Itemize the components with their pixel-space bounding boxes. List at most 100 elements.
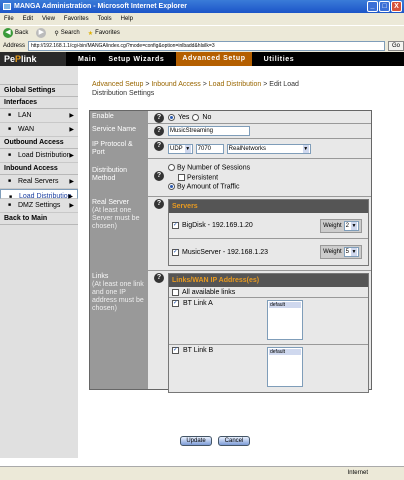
nav-setup-wizards[interactable]: Setup Wizards (108, 56, 164, 63)
weight-select[interactable]: 2 ▼ (343, 220, 359, 231)
sidebar-item-label: Real Servers (18, 178, 59, 185)
peplink-logo: PePlink (0, 52, 66, 66)
dropdown-arrow-icon: ▼ (351, 221, 357, 230)
menu-favorites[interactable]: Favorites (64, 13, 89, 25)
help-icon[interactable]: ? (154, 141, 164, 151)
weight-select[interactable]: 5 ▼ (343, 247, 359, 257)
arrow-right-icon: ▶ (69, 127, 74, 133)
favorites-button[interactable]: ★ Favorites (88, 30, 120, 37)
link-name: BT Link B (183, 347, 214, 354)
by-traffic-radio[interactable] (168, 183, 175, 191)
sidebar-item-real-servers[interactable]: Real Servers ▶ (0, 175, 78, 189)
port-input[interactable]: 7070 (195, 143, 224, 154)
forward-button[interactable]: ▶ (36, 28, 47, 38)
help-icon[interactable]: ? (154, 199, 164, 209)
sidebar-item-wan[interactable]: WAN ▶ (0, 123, 78, 137)
sidebar-item-label: Load Distribution (19, 193, 72, 200)
ip-listbox[interactable]: default (267, 347, 303, 387)
forward-arrow-icon: ▶ (36, 28, 47, 38)
close-button[interactable]: X (391, 1, 402, 12)
sidebar-item-label: LAN (18, 112, 32, 119)
arrow-right-icon: ▶ (69, 179, 74, 185)
sidebar-item-label: WAN (18, 126, 35, 133)
weight-label: Weight (323, 222, 342, 229)
breadcrumb: Advanced Setup > Inbound Access > Load D… (92, 81, 299, 97)
minimize-button[interactable]: _ (367, 1, 378, 12)
real-server-note: (At least one Server must be chosen) (92, 207, 140, 230)
maximize-button[interactable]: □ (379, 1, 390, 12)
menu-tools[interactable]: Tools (98, 13, 112, 25)
distribution-method-label: Distribution Method (92, 167, 128, 182)
address-input[interactable]: http://192.168.1.1/cgi-bin/MANGA/index.c… (28, 41, 385, 51)
service-name-input[interactable]: MusicStreaming (168, 126, 250, 136)
ip-listbox[interactable]: default (267, 300, 303, 340)
real-server-label: Real Server (92, 199, 129, 206)
arrow-right-icon: ▶ (69, 203, 74, 209)
update-button[interactable]: Update (180, 436, 212, 446)
ie-icon (3, 3, 11, 10)
link-name: BT Link A (183, 300, 213, 307)
address-bar: Address http://192.168.1.1/cgi-bin/MANGA… (0, 40, 404, 52)
status-bar: Internet (0, 466, 404, 480)
persistent-checkbox[interactable] (178, 173, 185, 181)
sidebar-item-outbound-load-distribution[interactable]: Load Distribution▶ (0, 149, 78, 163)
nav-main[interactable]: Main (78, 56, 96, 63)
service-name-label: Service Name (92, 126, 136, 133)
help-icon[interactable]: ? (154, 171, 164, 181)
enable-yes-label: Yes (178, 113, 190, 121)
search-icon: ⚲ (54, 30, 59, 37)
server-checkbox[interactable]: ✓ (172, 248, 179, 256)
help-icon[interactable]: ? (154, 113, 164, 123)
menu-edit[interactable]: Edit (23, 13, 33, 25)
by-sessions-radio[interactable] (168, 164, 175, 172)
window-title: MANGA Administration - Microsoft Interne… (14, 3, 187, 10)
arrow-right-icon: ▶ (69, 153, 74, 159)
help-icon[interactable]: ? (154, 126, 164, 136)
search-button[interactable]: ⚲ Search (54, 30, 79, 37)
protocol-select[interactable]: UDP ▼ (168, 143, 193, 154)
help-icon[interactable]: ? (154, 273, 164, 283)
all-links-checkbox[interactable] (172, 288, 179, 296)
arrow-right-icon: ▶ (69, 113, 74, 119)
persistent-label: Persistent (186, 174, 219, 182)
link-checkbox[interactable]: ✓ (172, 300, 179, 307)
crumb-load-distribution[interactable]: Load Distribution (209, 81, 262, 88)
menu-view[interactable]: View (42, 13, 55, 25)
server-checkbox[interactable]: ✓ (172, 222, 179, 229)
menu-help[interactable]: Help (121, 13, 133, 25)
favorites-label: Favorites (95, 30, 120, 36)
browser-toolbar: ◀ Back ▶ ⚲ Search ★ Favorites (0, 25, 404, 40)
nav-utilities[interactable]: Utilities (264, 56, 295, 63)
sidebar-item-lan[interactable]: LAN ▶ (0, 109, 78, 123)
by-traffic-label: By Amount of Traffic (176, 183, 240, 191)
servers-header: Servers (169, 200, 368, 213)
sidebar-interfaces: Interfaces (0, 97, 78, 109)
dropdown-arrow-icon: ▼ (351, 248, 357, 256)
sidebar: Global Settings Interfaces LAN ▶ WAN ▶ Out… (0, 66, 78, 458)
server-name: MusicServer - 192.168.1.23 (182, 248, 268, 256)
crumb-advanced-setup[interactable]: Advanced Setup (92, 81, 143, 88)
sidebar-item-label: DMZ Settings (18, 202, 61, 209)
application-select[interactable]: RealNetworks ▼ (226, 143, 311, 154)
menu-file[interactable]: File (4, 13, 14, 25)
enable-label: Enable (92, 113, 114, 120)
link-checkbox[interactable]: ✓ (172, 347, 179, 354)
back-label: Back (15, 30, 29, 36)
dropdown-arrow-icon: ▼ (184, 144, 191, 153)
sidebar-item-inbound-load-distribution[interactable]: Load Distribution▶ (0, 189, 78, 201)
cancel-button[interactable]: Cancel (218, 436, 250, 446)
nav-advanced-setup[interactable]: Advanced Setup (176, 52, 252, 66)
sidebar-back-to-main[interactable]: Back to Main (0, 213, 78, 225)
enable-no-radio[interactable] (192, 113, 200, 121)
crumb-inbound-access[interactable]: Inbound Access (151, 81, 200, 88)
zone-label: Internet (347, 470, 368, 476)
address-label: Address (3, 43, 26, 49)
all-links-label: All available links (182, 288, 236, 296)
settings-form: Enable? Yes No Service Name? MusicStreami… (89, 110, 372, 393)
go-button[interactable]: Go (388, 41, 404, 51)
back-button[interactable]: ◀ Back (3, 28, 28, 38)
sidebar-item-dmz-settings[interactable]: DMZ Settings ▶ (0, 199, 78, 213)
sidebar-item-label: Load Distribution (18, 152, 71, 159)
sidebar-global-settings[interactable]: Global Settings (0, 84, 78, 97)
enable-yes-radio[interactable] (168, 113, 175, 121)
